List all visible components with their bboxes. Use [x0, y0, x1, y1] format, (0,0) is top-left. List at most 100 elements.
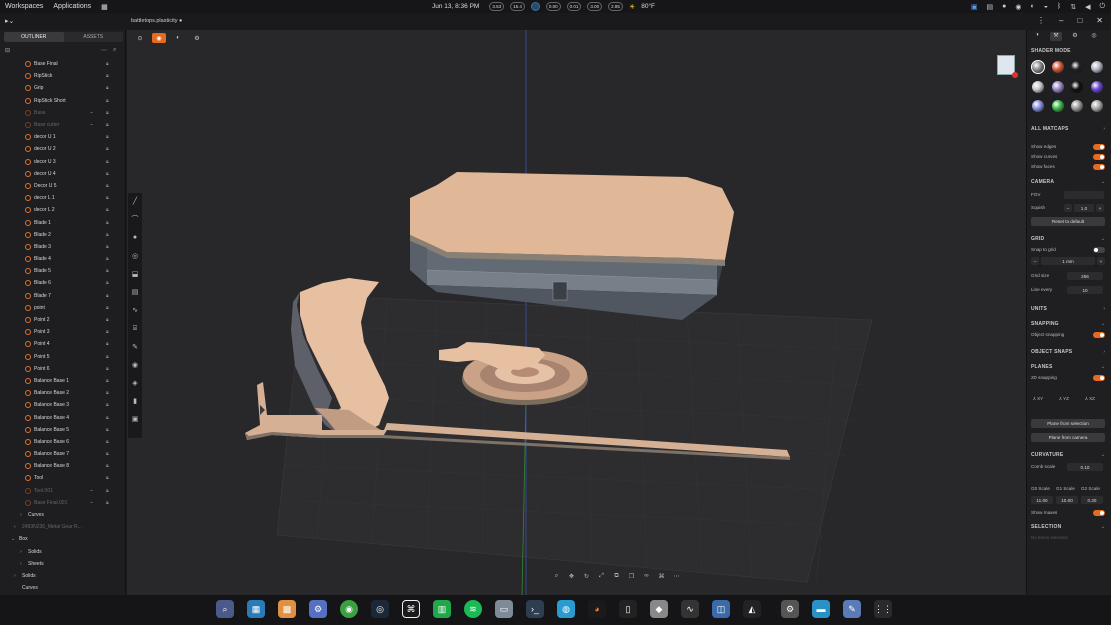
extrude-tool-icon[interactable]: ⬓ — [128, 266, 142, 284]
chevron-right-icon[interactable]: › — [20, 512, 22, 518]
chevron-down-icon[interactable]: ⌄ — [1101, 179, 1105, 185]
outliner-item[interactable]: Blade 5 🔒︎ — [0, 265, 126, 277]
outliner-item[interactable]: Tool.001 ⌣ 🔒︎ — [0, 485, 126, 497]
outliner-item[interactable]: Balance Base 6 🔒︎ — [0, 436, 126, 448]
matcap-swatch[interactable] — [1032, 80, 1044, 93]
outliner-item[interactable]: Balance Base 8 🔒︎ — [0, 460, 126, 472]
object-snapping-toggle[interactable] — [1093, 332, 1105, 338]
lock-icon[interactable]: 🔒︎ — [106, 183, 109, 189]
chevron-right-icon[interactable]: › — [1103, 126, 1105, 132]
lock-icon[interactable]: 🔒︎ — [106, 463, 109, 469]
box-tool-icon[interactable]: ▤ — [128, 284, 142, 302]
line-tool-icon[interactable]: ╱ — [128, 193, 142, 211]
matcap-swatch[interactable] — [1051, 80, 1064, 93]
cylinder-tool-icon[interactable]: ⌸ — [128, 320, 142, 338]
outliner-item[interactable]: Point 3 🔒︎ — [0, 326, 126, 338]
2d-snapping-toggle[interactable] — [1093, 375, 1105, 381]
file-browser-app-icon[interactable]: ▦ — [247, 600, 265, 618]
help-tab-icon[interactable]: ◎ — [1088, 32, 1100, 41]
lock-icon[interactable]: 🔒︎ — [106, 427, 109, 433]
lock-icon[interactable]: 🔒︎ — [106, 232, 109, 238]
plane-xz-button[interactable]: ⅄ XZ — [1085, 396, 1095, 402]
outliner-item[interactable]: decor U 3 🔒︎ — [0, 156, 126, 168]
outliner-item[interactable]: Base cutter ⌣ 🔒︎ — [0, 119, 126, 131]
lock-icon[interactable]: 🔒︎ — [106, 195, 109, 201]
lock-icon[interactable]: 🔒︎ — [106, 317, 109, 323]
matcap-swatch[interactable] — [1031, 60, 1045, 74]
cylinder-primitive-icon[interactable]: ▮ — [128, 393, 142, 411]
steam-app-icon[interactable]: ◎ — [371, 600, 389, 618]
section-units[interactable]: UNITS — [1031, 306, 1047, 312]
lock-icon[interactable]: 🔒︎ — [106, 439, 109, 445]
section-grid[interactable]: GRID — [1031, 236, 1044, 242]
outliner-group[interactable]: ⌄ Box — [0, 533, 126, 545]
outliner-item[interactable]: Blade 6 🔒︎ — [0, 277, 126, 289]
tab-outliner[interactable]: OUTLINER — [4, 32, 64, 42]
outliner-item[interactable]: Base Final.001 ⌣ 🔒︎ — [0, 497, 126, 509]
lock-icon[interactable]: 🔒︎ — [106, 207, 109, 213]
lock-icon[interactable]: 🔒︎ — [106, 390, 109, 396]
plane-xy-button[interactable]: ⅄ XY — [1033, 396, 1043, 402]
lock-icon[interactable]: 🔒︎ — [106, 354, 109, 360]
move-icon[interactable]: ✥ — [567, 573, 576, 582]
hidden-icon[interactable]: ⌣ — [90, 110, 93, 116]
outliner-item[interactable]: RipStick 🔒︎ — [0, 70, 126, 82]
outliner-item[interactable]: Balance Base 4 🔒︎ — [0, 411, 126, 423]
headset-icon[interactable]: ◒ — [1044, 3, 1048, 10]
screenshot-app-icon[interactable]: ◫ — [712, 600, 730, 618]
matcap-swatch[interactable] — [1071, 80, 1083, 93]
outliner-item[interactable]: Blade 1 🔒︎ — [0, 216, 126, 228]
blender-app-icon[interactable]: ◕ — [588, 600, 606, 618]
lock-icon[interactable]: 🔒︎ — [106, 378, 109, 384]
outliner-item[interactable]: Decor U 5 🔒︎ — [0, 180, 126, 192]
lock-icon[interactable]: 🔒︎ — [106, 98, 109, 104]
lock-icon[interactable]: 🔒︎ — [106, 244, 109, 250]
outliner-item[interactable]: Point 5 🔒︎ — [0, 351, 126, 363]
settings-gear-app-icon[interactable]: ⚙ — [781, 600, 799, 618]
lock-icon[interactable]: 🔒︎ — [106, 305, 109, 311]
chrome-app-icon[interactable]: ◉ — [340, 600, 358, 618]
outliner-group[interactable]: › Curves — [0, 509, 126, 521]
plasticity-running-app-icon[interactable]: ◆ — [650, 600, 668, 618]
tray-app-icon[interactable]: ▤ — [987, 3, 994, 11]
power-icon[interactable]: ⏻ — [1099, 3, 1105, 11]
plane-from-selection-button[interactable]: Plane from selection — [1031, 419, 1105, 428]
squish-decrement-button[interactable]: – — [1064, 204, 1072, 212]
squish-field[interactable]: 1.0 — [1074, 204, 1094, 212]
matcap-swatch[interactable] — [1090, 61, 1103, 73]
chevron-right-icon[interactable]: › — [14, 573, 16, 579]
lock-icon[interactable]: 🔒︎ — [106, 146, 109, 152]
comb-scale-field[interactable]: 0.10 — [1067, 463, 1103, 471]
matcap-swatch[interactable] — [1051, 61, 1064, 73]
pen-tool-icon[interactable]: ✎ — [128, 339, 142, 357]
lock-icon[interactable]: 🔒︎ — [106, 110, 109, 116]
outliner-item[interactable]: decor U 4 🔒︎ — [0, 168, 126, 180]
outliner-group[interactable]: Curves — [0, 582, 126, 594]
boolean-tool-icon[interactable]: ◈ — [128, 375, 142, 393]
search-icon[interactable]: ⌕ — [113, 47, 116, 54]
app-grid-launcher-icon[interactable]: ▩ — [278, 600, 296, 618]
show-faces-toggle[interactable] — [1093, 164, 1105, 170]
spotify-tray-icon[interactable]: ● — [1002, 3, 1006, 10]
outliner-item[interactable]: decor L 1 🔒︎ — [0, 192, 126, 204]
disk-app-icon[interactable]: ◍ — [557, 600, 575, 618]
outliner-item[interactable]: decor L 2 🔒︎ — [0, 204, 126, 216]
gear-tab-icon[interactable]: ⚙ — [1069, 32, 1081, 41]
outliner-item[interactable]: decor U 1 🔒︎ — [0, 131, 126, 143]
curve-tool-icon[interactable]: ⌒ — [128, 211, 142, 229]
lock-icon[interactable]: 🔒︎ — [106, 402, 109, 408]
terminal-app-icon[interactable]: ›_ — [526, 600, 544, 618]
scale-icon[interactable]: ⤢ — [597, 573, 606, 582]
bluetooth-icon[interactable]: ᛒ — [1057, 3, 1061, 10]
matcap-swatch[interactable] — [1090, 80, 1103, 93]
tab-assets[interactable]: ASSETS — [64, 32, 124, 42]
outliner-item[interactable]: Point 4 🔒︎ — [0, 338, 126, 350]
sphere-primitive-icon[interactable]: ◉ — [128, 357, 142, 375]
outliner-item[interactable]: Balance Base 5 🔒︎ — [0, 424, 126, 436]
chevron-right-icon[interactable]: › — [1103, 306, 1105, 312]
plane-yz-button[interactable]: ⅄ YZ — [1059, 396, 1069, 402]
unity-app-icon[interactable]: ◭ — [743, 600, 761, 618]
sphere-tool-icon[interactable]: ◎ — [128, 248, 142, 266]
app-grid-icon[interactable]: ▦ — [96, 3, 113, 11]
lock-icon[interactable]: 🔒︎ — [106, 159, 109, 165]
